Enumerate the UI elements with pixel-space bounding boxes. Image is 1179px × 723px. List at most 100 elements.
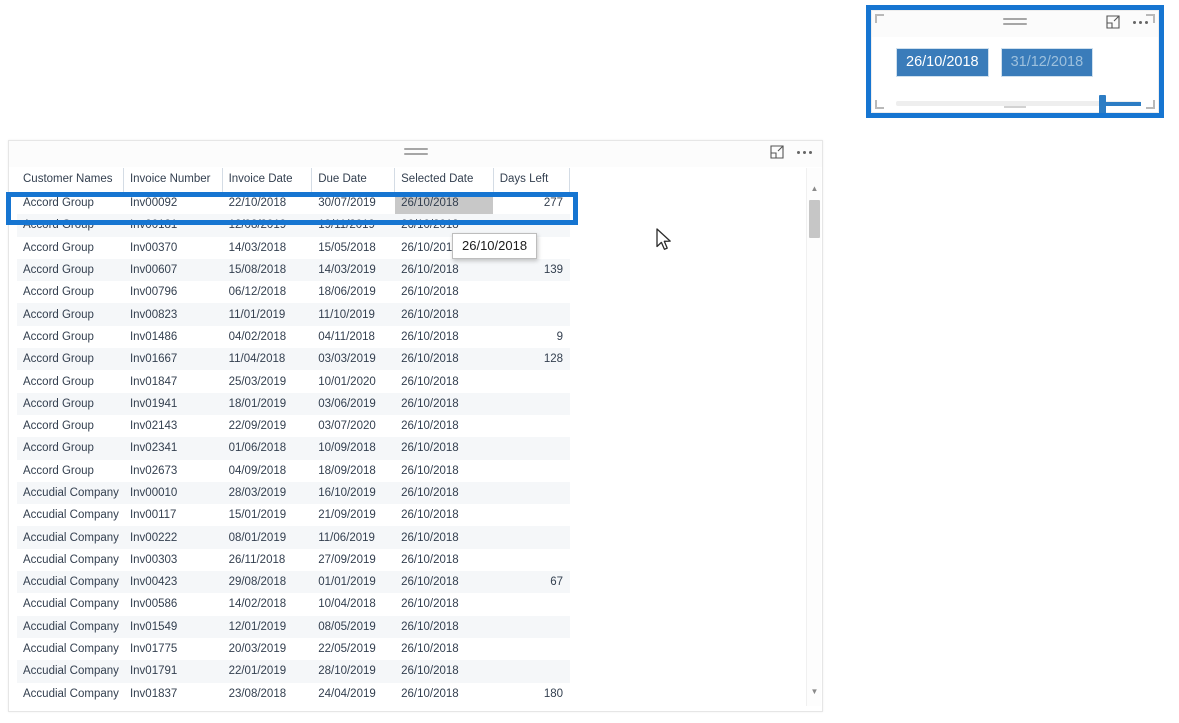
table-cell[interactable]: 26/10/2018 [395,326,494,348]
table-cell[interactable]: 15/08/2018 [222,259,312,281]
table-cell[interactable]: 14/03/2019 [312,259,395,281]
table-cell[interactable] [493,549,569,571]
drag-handle-icon[interactable] [1003,18,1027,25]
table-cell[interactable]: Inv00823 [123,303,222,325]
table-cell[interactable]: 139 [493,259,569,281]
table-cell[interactable]: 10/01/2020 [312,370,395,392]
column-header-invoice-number[interactable]: Invoice Number [123,168,223,192]
table-cell[interactable]: 26/10/2018 [395,281,494,303]
table-cell[interactable]: 21/09/2019 [312,504,395,526]
table-cell[interactable]: Accudial Company [17,683,123,705]
table-cell[interactable]: Inv00370 [123,237,222,259]
table-cell[interactable]: Accord Group [17,259,123,281]
table-cell[interactable] [493,460,569,482]
table-cell[interactable]: Inv02143 [123,415,222,437]
table-cell[interactable]: Inv00607 [123,259,222,281]
table-cell[interactable]: Accord Group [17,348,123,370]
table-cell[interactable]: 26/10/2018 [395,437,494,459]
table-cell[interactable]: Inv01791 [123,660,222,682]
table-cell[interactable] [493,616,569,638]
column-header-invoice-date[interactable]: Invoice Date [222,168,313,192]
table-cell[interactable]: 12/01/2019 [222,616,312,638]
table-cell[interactable]: 03/07/2020 [312,415,395,437]
column-header-selected-date[interactable]: Selected Date [394,168,494,192]
table-row[interactable]: Accord Group Inv02143 22/09/2019 03/07/2020… [17,415,570,437]
slicer-range-slider[interactable] [896,95,1141,114]
table-cell[interactable]: 22/05/2019 [312,638,395,660]
table-cell[interactable] [493,504,569,526]
table-cell[interactable]: Accord Group [17,281,123,303]
table-cell[interactable]: Inv00222 [123,526,222,548]
table-cell[interactable] [493,638,569,660]
table-cell[interactable]: Inv00303 [123,549,222,571]
table-cell[interactable]: 03/06/2019 [312,393,395,415]
table-cell[interactable] [493,415,569,437]
table-cell[interactable]: 26/10/2018 [395,393,494,415]
table-cell[interactable]: Inv01837 [123,683,222,705]
table-cell[interactable]: 04/11/2018 [312,326,395,348]
table-row[interactable]: Accudial Company Inv00586 14/02/2018 10/04/… [17,593,570,615]
table-cell[interactable]: Accudial Company [17,593,123,615]
column-header-customer-names[interactable]: Customer Names [17,168,124,192]
table-cell[interactable]: Accord Group [17,370,123,392]
table-cell[interactable]: 04/02/2018 [222,326,312,348]
table-cell[interactable]: Inv00586 [123,593,222,615]
table-cell[interactable]: 01/01/2019 [312,571,395,593]
table-cell[interactable]: 26/10/2018 [395,638,494,660]
table-row[interactable]: Accudial Company Inv00423 29/08/2018 01/01/… [17,571,570,594]
table-cell[interactable]: Inv00117 [123,504,222,526]
table-cell[interactable]: Inv01847 [123,370,222,392]
table-cell[interactable]: Accudial Company [17,526,123,548]
chevron-up-icon[interactable]: ▲ [807,181,822,197]
table-cell[interactable]: 18/09/2018 [312,460,395,482]
table-cell[interactable]: 15/01/2019 [222,504,312,526]
table-row[interactable]: Accudial Company Inv00222 08/01/2019 11/06/… [17,526,570,549]
table-cell[interactable]: 26/10/2018 [395,616,494,638]
slicer-end-date-input[interactable]: 31/12/2018 [1000,48,1094,77]
table-cell[interactable]: 10/04/2018 [312,593,395,615]
table-cell[interactable]: Inv00423 [123,571,222,593]
table-cell[interactable]: Inv02341 [123,437,222,459]
table-cell[interactable]: 11/10/2019 [312,303,395,325]
table-cell[interactable]: 22/09/2019 [222,415,312,437]
table-cell[interactable]: 06/12/2018 [222,281,312,303]
table-cell[interactable]: Inv00181 [123,214,222,236]
table-cell[interactable]: 04/09/2018 [222,460,312,482]
table-cell[interactable]: 11/04/2018 [222,348,312,370]
table-cell[interactable]: Accord Group [17,303,123,325]
table-cell[interactable] [493,370,569,392]
table-cell[interactable]: Accord Group [17,192,123,214]
table-cell[interactable]: Inv00092 [123,192,222,214]
table-cell[interactable]: Accord Group [17,214,123,236]
table-cell[interactable]: 03/03/2019 [312,348,395,370]
table-cell[interactable]: Inv01775 [123,638,222,660]
table-cell[interactable]: 277 [493,192,569,214]
chevron-down-icon[interactable]: ▼ [807,684,822,700]
table-cell[interactable] [493,393,569,415]
table-cell[interactable]: 24/04/2019 [312,683,395,705]
table-cell[interactable]: Accudial Company [17,571,123,593]
table-cell[interactable]: Accudial Company [17,549,123,571]
table-cell[interactable]: 23/08/2018 [222,683,312,705]
table-row[interactable]: Accudial Company Inv01791 22/01/2019 28/10/… [17,660,570,683]
table-cell[interactable]: 26/10/2018 [395,526,494,548]
table-row[interactable]: Accord Group Inv00092 22/10/2018 30/07/2019… [17,192,570,215]
table-cell[interactable]: 26/10/2018 [395,683,494,705]
table-cell[interactable]: Accord Group [17,237,123,259]
table-row[interactable]: Accord Group Inv01486 04/02/2018 04/11/2018… [17,326,570,348]
table-cell[interactable]: Inv01549 [123,616,222,638]
table-cell[interactable]: 26/10/2018 [395,259,494,281]
table-row[interactable]: Accudial Company Inv00117 15/01/2019 21/09/… [17,504,570,526]
table-cell[interactable]: 26/10/2018 [395,571,494,593]
table-cell[interactable]: 19/11/2019 [312,214,395,236]
table-cell[interactable]: Inv01486 [123,326,222,348]
table-cell[interactable]: 28/03/2019 [222,482,312,504]
table-cell[interactable]: 22/01/2019 [222,660,312,682]
more-options-ellipsis-icon[interactable] [795,145,814,160]
table-cell[interactable]: 26/10/2018 [395,549,494,571]
table-cell[interactable]: Accudial Company [17,638,123,660]
drag-handle-icon[interactable] [403,148,428,155]
table-cell[interactable]: 22/10/2018 [222,192,312,214]
table-cell[interactable]: Inv02673 [123,460,222,482]
table-cell[interactable] [493,593,569,615]
